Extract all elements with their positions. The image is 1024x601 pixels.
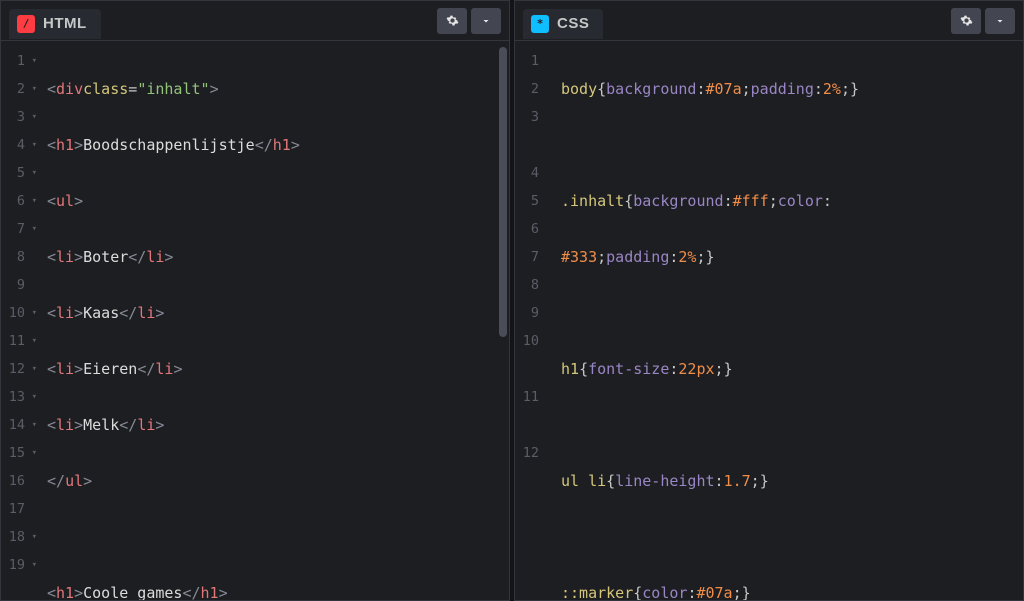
css-editor-area[interactable]: 1 2 3 4 5 6 7 8 9 10 11 12 body {backgro…	[515, 41, 1023, 600]
css-tab[interactable]: * CSS	[523, 9, 603, 39]
css-pane-actions	[951, 8, 1015, 34]
html-scrollbar[interactable]	[499, 47, 507, 337]
html-dropdown-button[interactable]	[471, 8, 501, 34]
html-editor-area[interactable]: 1▾ 2▾ 3▾ 4▾ 5▾ 6▾ 7▾ 8 9 10▾ 11▾ 12▾ 13▾…	[1, 41, 509, 600]
gear-icon	[446, 14, 459, 27]
html-code-body[interactable]: <div class="inhalt"> <h1>Boodschappenlij…	[43, 47, 509, 600]
html-tab[interactable]: / HTML	[9, 9, 101, 39]
html-pane-title: HTML	[43, 15, 87, 32]
html-settings-button[interactable]	[437, 8, 467, 34]
chevron-down-icon	[994, 15, 1006, 27]
html-editor-panel: / HTML 1▾ 2▾ 3▾ 4▾ 5▾ 6▾ 7▾ 8 9 10▾ 11▾ …	[0, 0, 510, 601]
css-lang-icon: *	[531, 15, 549, 33]
gear-icon	[960, 14, 973, 27]
html-gutter: 1▾ 2▾ 3▾ 4▾ 5▾ 6▾ 7▾ 8 9 10▾ 11▾ 12▾ 13▾…	[1, 47, 43, 600]
html-lang-icon: /	[17, 15, 35, 33]
css-settings-button[interactable]	[951, 8, 981, 34]
css-gutter: 1 2 3 4 5 6 7 8 9 10 11 12	[515, 47, 557, 600]
html-pane-header: / HTML	[1, 1, 509, 41]
html-pane-actions	[437, 8, 501, 34]
css-pane-title: CSS	[557, 15, 589, 32]
css-editor-panel: * CSS 1 2 3 4 5 6 7 8 9 10 11	[514, 0, 1024, 601]
css-dropdown-button[interactable]	[985, 8, 1015, 34]
chevron-down-icon	[480, 15, 492, 27]
css-code-body[interactable]: body {background: #07a; padding: 2%;} .i…	[557, 47, 1023, 600]
css-pane-header: * CSS	[515, 1, 1023, 41]
